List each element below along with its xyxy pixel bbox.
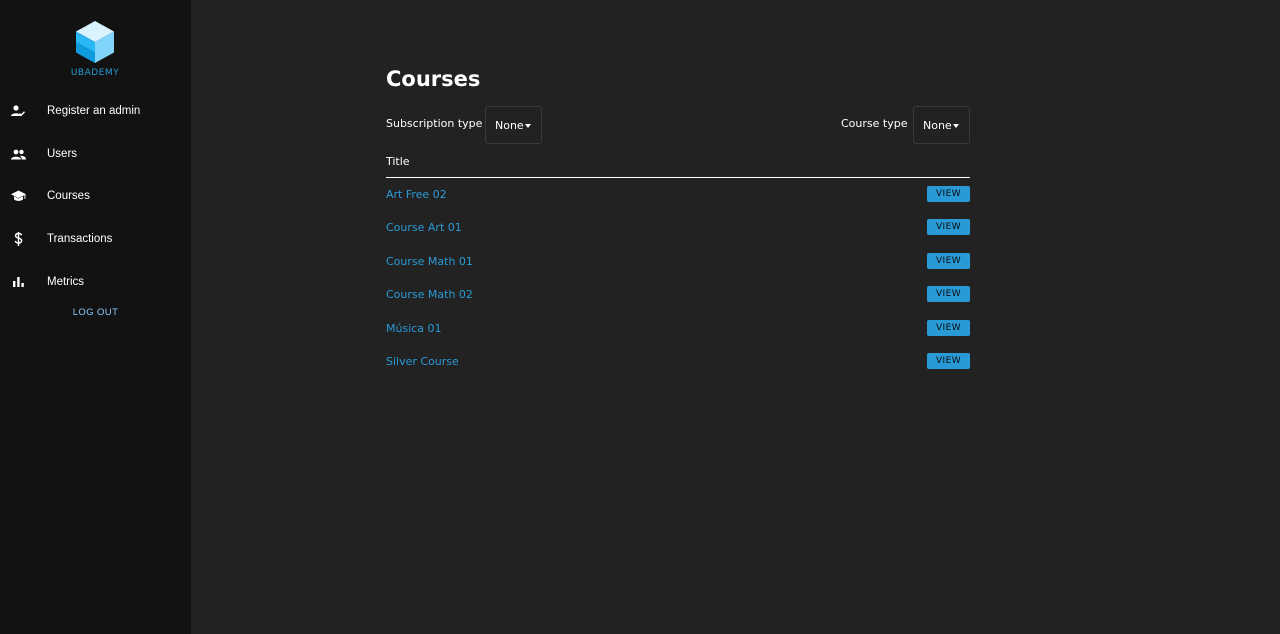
brand-logo[interactable]: UBADEMY [66, 20, 124, 78]
course-type-label: Course type [841, 117, 908, 130]
view-button[interactable]: VIEW [927, 219, 970, 236]
sidebar-item-users[interactable]: Users [0, 135, 191, 173]
course-title-link[interactable]: Course Math 02 [386, 288, 473, 301]
course-title-link[interactable]: Art Free 02 [386, 188, 447, 201]
table-row: Música 01 VIEW [386, 312, 970, 345]
dropdown-arrow-icon [953, 124, 959, 128]
brand-name: UBADEMY [70, 68, 120, 78]
sidebar: UBADEMY Register an admin Users Courses … [0, 0, 191, 634]
sidebar-item-label: Users [47, 148, 78, 160]
subscription-type-select[interactable]: None [485, 106, 542, 144]
sidebar-item-metrics[interactable]: Metrics [0, 263, 191, 301]
sidebar-item-register-admin[interactable]: Register an admin [0, 92, 191, 130]
table-row: Silver Course VIEW [386, 345, 970, 378]
subscription-type-label: Subscription type [386, 117, 483, 130]
sidebar-item-courses[interactable]: Courses [0, 177, 191, 215]
course-title-link[interactable]: Course Math 01 [386, 255, 473, 268]
sidebar-item-transactions[interactable]: Transactions [0, 220, 191, 258]
dollar-icon [10, 231, 26, 247]
view-button[interactable]: VIEW [927, 352, 970, 369]
sidebar-item-label: Metrics [47, 276, 85, 288]
table-row: Course Art 01 VIEW [386, 211, 970, 244]
table-row: Course Math 01 VIEW [386, 245, 970, 278]
view-button[interactable]: VIEW [927, 286, 970, 303]
select-value: None [923, 118, 952, 132]
course-title-link[interactable]: Course Art 01 [386, 221, 462, 234]
view-button[interactable]: VIEW [927, 319, 970, 336]
table-header: Title [386, 154, 970, 178]
school-icon [10, 188, 26, 204]
logout-button[interactable]: LOG OUT [0, 307, 191, 318]
bar-chart-icon [10, 274, 26, 290]
sidebar-item-label: Transactions [47, 233, 113, 245]
table-row: Course Math 02 VIEW [386, 278, 970, 311]
column-header-title: Title [386, 155, 410, 168]
cube-logo-icon [76, 21, 114, 63]
table-row: Art Free 02 VIEW [386, 178, 970, 211]
course-title-link[interactable]: Música 01 [386, 322, 442, 335]
people-icon [10, 146, 26, 162]
sidebar-item-label: Courses [47, 190, 90, 202]
page-title: Courses [386, 67, 481, 91]
view-button[interactable]: VIEW [927, 252, 970, 269]
view-button[interactable]: VIEW [927, 186, 970, 202]
course-type-select[interactable]: None [913, 106, 970, 144]
course-title-link[interactable]: Silver Course [386, 355, 459, 368]
course-list: Art Free 02 VIEW Course Art 01 VIEW Cour… [386, 178, 970, 378]
dropdown-arrow-icon [525, 124, 531, 128]
person-check-icon [10, 103, 26, 119]
select-value: None [495, 118, 524, 132]
sidebar-item-label: Register an admin [47, 105, 141, 117]
